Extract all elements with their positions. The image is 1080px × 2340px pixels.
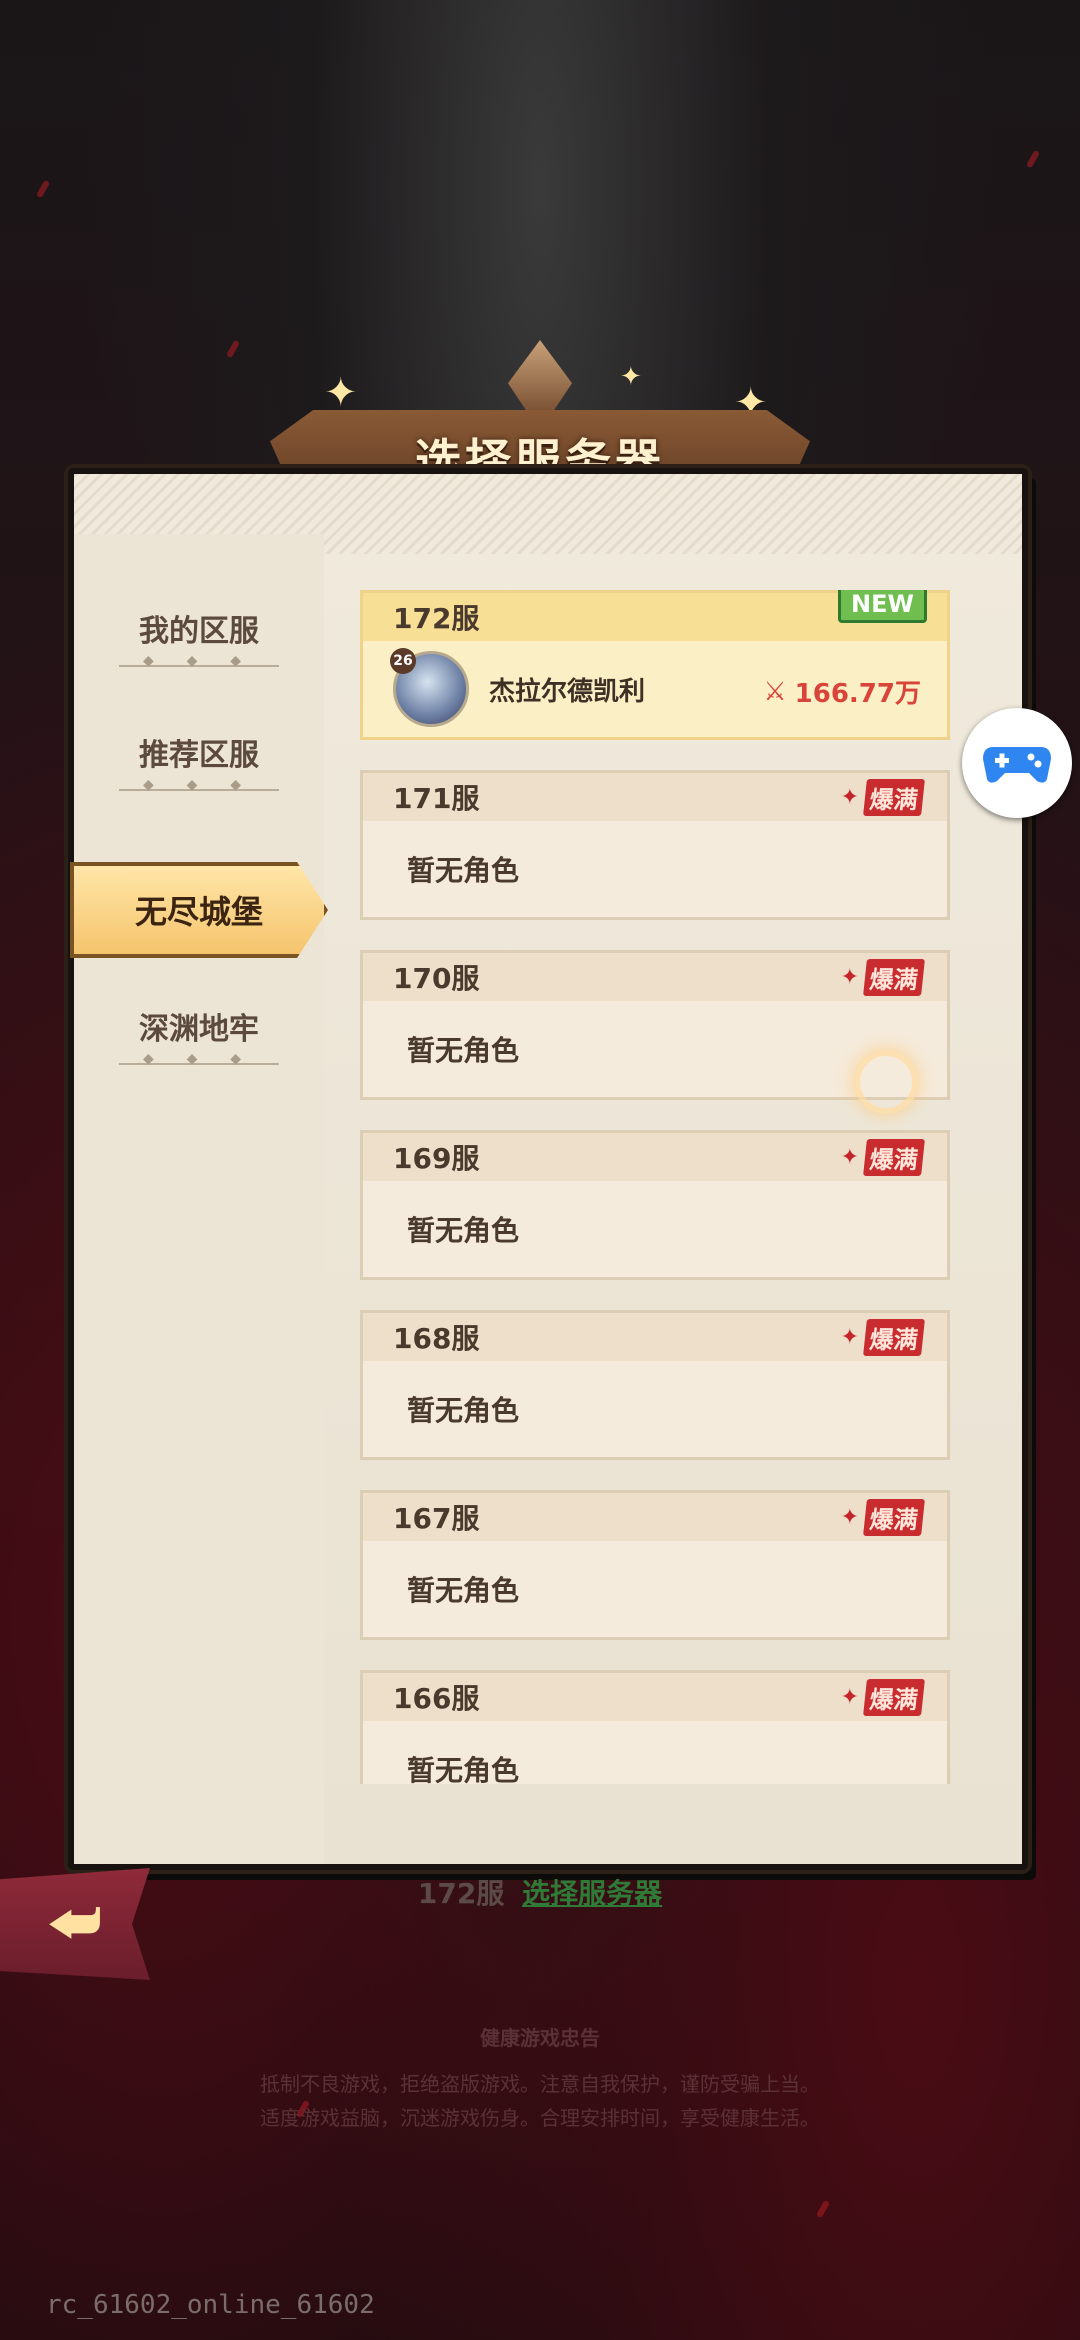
no-role-text: 暂无角色 [407,1214,520,1247]
status-label: 爆满 [863,1138,925,1176]
sidebar: 我的区服 推荐区服 深渊地牢 [74,534,324,1864]
server-card[interactable]: 167服 ✦ 爆满 暂无角色 [360,1490,950,1640]
status-badge: ✦ 爆满 [840,778,925,816]
status-label: 爆满 [863,1318,925,1356]
sidebar-item-abyss-dungeon[interactable]: 深渊地牢 [74,1004,324,1070]
role-name: 杰拉尔德凯利 [489,676,646,707]
health-notice-line: 抵制不良游戏，拒绝盗版游戏。注意自我保护，谨防受骗上当。 [260,2072,820,2096]
sidebar-item-label: 我的区服 [139,614,259,649]
server-card-current[interactable]: 172服 NEW 26 杰拉尔德凯利 ⚔ 166.77万 [360,590,950,740]
level-badge: 26 [390,648,416,674]
server-card[interactable]: 168服 ✦ 爆满 暂无角色 [360,1310,950,1460]
no-role-text: 暂无角色 [407,1754,520,1784]
diamond-icon: ✦ [840,784,859,810]
version-label: rc_61602_online_61602 [46,2290,375,2320]
emblem-icon [508,340,572,412]
server-list[interactable]: 172服 NEW 26 杰拉尔德凯利 ⚔ 166.77万 171服 ✦ 爆满 暂… [360,590,956,1784]
divider [119,1051,279,1070]
health-notice-title: 健康游戏忠告 [480,2026,600,2050]
tap-indicator [854,1050,918,1114]
status-badge: ✦ 爆满 [840,1318,925,1356]
sidebar-item-endless-castle[interactable]: 无尽城堡 [70,862,328,958]
no-role-text: 暂无角色 [407,854,520,887]
divider [119,653,279,672]
server-card-header: 169服 ✦ 爆满 [363,1133,947,1181]
server-panel: 我的区服 推荐区服 深渊地牢 无尽城堡 172服 NEW 26 杰拉尔德凯利 [68,468,1028,1870]
sidebar-item-my-servers[interactable]: 我的区服 [74,606,324,672]
power-value: 166.77万 [794,679,921,709]
server-card[interactable]: 171服 ✦ 爆满 暂无角色 [360,770,950,920]
select-server-link[interactable]: 选择服务器 [522,1877,662,1910]
role-info: 26 杰拉尔德凯利 ⚔ 166.77万 [363,641,947,737]
sidebar-item-label: 深渊地牢 [139,1012,259,1047]
server-card-header: 168服 ✦ 爆满 [363,1313,947,1361]
status-badge: ✦ 爆满 [840,1138,925,1176]
diamond-icon: ✦ [840,964,859,990]
gamepad-float-button[interactable] [962,708,1072,818]
gamepad-icon [983,747,1051,783]
server-card-header: 167服 ✦ 爆满 [363,1493,947,1541]
status-label: 爆满 [863,1678,925,1716]
server-name: 168服 [393,1322,480,1355]
sidebar-item-label: 推荐区服 [139,738,259,773]
status-badge: ✦ 爆满 [840,958,925,996]
diamond-icon: ✦ [840,1324,859,1350]
sidebar-item-recommended[interactable]: 推荐区服 [74,730,324,796]
server-card-header: 166服 ✦ 爆满 [363,1673,947,1721]
current-server: 172服 [417,1877,505,1910]
status-label: 爆满 [863,958,925,996]
divider [119,777,279,796]
star-icon: ✦ [324,370,358,416]
server-card-header: 170服 ✦ 爆满 [363,953,947,1001]
server-name: 167服 [393,1502,480,1535]
server-name: 166服 [393,1682,480,1715]
server-card[interactable]: 169服 ✦ 爆满 暂无角色 [360,1130,950,1280]
server-name: 171服 [393,782,480,815]
health-notice-line: 适度游戏益脑，沉迷游戏伤身。合理安排时间，享受健康生活。 [260,2106,820,2130]
diamond-icon: ✦ [840,1684,859,1710]
sword-icon: ⚔ [763,676,787,707]
new-badge: NEW [838,590,927,623]
status-badge: ✦ 爆满 [840,1678,925,1716]
diamond-icon: ✦ [840,1144,859,1170]
star-icon: ✦ [620,362,642,392]
diamond-icon: ✦ [840,1504,859,1530]
server-name: 169服 [393,1142,480,1175]
combat-power: ⚔ 166.77万 [763,673,921,710]
sidebar-item-label: 无尽城堡 [134,893,263,931]
status-badge: ✦ 爆满 [840,1498,925,1536]
no-role-text: 暂无角色 [407,1394,520,1427]
current-server-line: 172服 选择服务器 [0,1872,1080,1912]
server-name: 172服 [393,602,480,635]
status-label: 爆满 [863,778,925,816]
server-card-header: 171服 ✦ 爆满 [363,773,947,821]
server-name: 170服 [393,962,480,995]
status-label: 爆满 [863,1498,925,1536]
avatar: 26 [390,648,469,727]
no-role-text: 暂无角色 [407,1574,520,1607]
server-card[interactable]: 166服 ✦ 爆满 暂无角色 [360,1670,950,1784]
